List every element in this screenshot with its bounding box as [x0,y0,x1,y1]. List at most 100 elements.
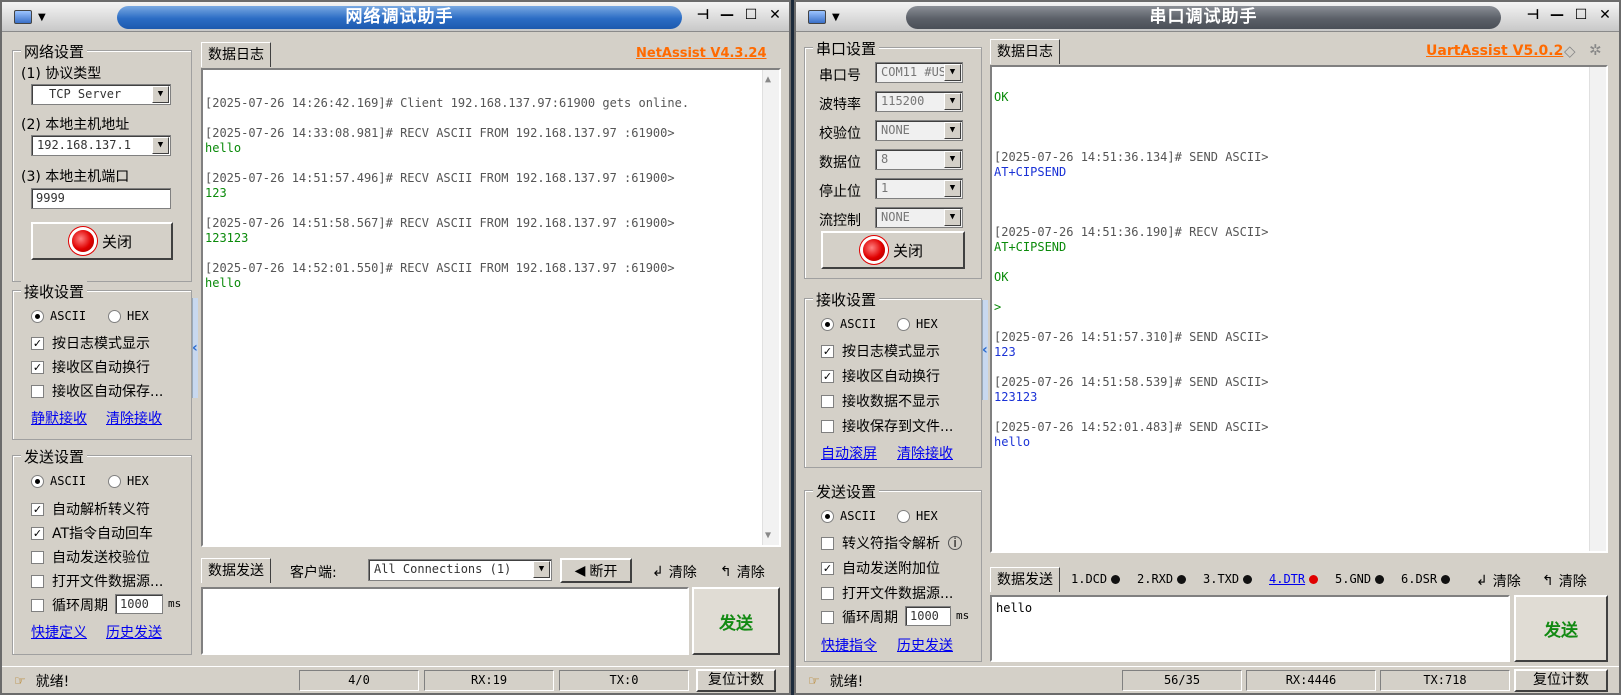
baud-select[interactable]: 115200 ▼ [875,91,963,112]
minimize-button[interactable]: — [1549,7,1565,23]
quick-cmd-link[interactable]: 快捷指令 [821,635,877,655]
uart-send-button[interactable]: 发送 [1514,595,1608,662]
pin-icon[interactable]: ⊣ [695,7,711,23]
client-select[interactable]: All Connections (1) ▼ [368,559,552,581]
log-scrollbar[interactable]: ▲ ▼ [762,70,779,545]
parity-select[interactable]: NONE ▼ [875,120,963,141]
chevron-down-icon[interactable]: ▼ [944,64,961,81]
diamond-icon[interactable]: ◇ [1564,42,1576,60]
clear-send-button[interactable]: ↲ 清除 [1476,571,1521,591]
pin-label: 2.RXD [1137,572,1174,586]
chevron-down-icon[interactable]: ▼ [944,93,961,110]
send-hex-radio[interactable]: HEX [897,509,938,523]
loop-period-checkbox[interactable]: 循环周期 [821,607,898,627]
clear-recv-link[interactable]: 清除接收 [106,408,162,428]
log-mode-checkbox[interactable]: ✓ 按日志模式显示 [31,333,150,353]
save-to-file-checkbox[interactable]: 接收保存到文件... [821,416,953,436]
net-send-input[interactable] [201,587,689,655]
uart-brand-link[interactable]: UartAssist V5.0.2 [1426,43,1563,59]
tab-data-log[interactable]: 数据日志 [990,39,1060,64]
clear-log-button[interactable]: ↰ 清除 [1542,571,1587,591]
history-send-link[interactable]: 历史发送 [106,622,162,642]
tab-data-send[interactable]: 数据发送 [990,567,1060,592]
period-input[interactable]: 1000 [905,606,951,626]
databits-select[interactable]: 8 ▼ [875,149,963,170]
uart-send-input[interactable]: hello [990,595,1510,662]
pin-led-icon [1375,574,1385,584]
history-send-link[interactable]: 历史发送 [897,635,953,655]
chevron-down-icon[interactable]: ▼ [152,86,169,103]
recv-hex-radio[interactable]: HEX [897,317,938,331]
send-ascii-radio[interactable]: ASCII [31,474,86,488]
panel-splitter[interactable]: ‹ [192,298,198,398]
host-select[interactable]: 192.168.137.1 ▼ [31,135,171,156]
send-hex-radio[interactable]: HEX [108,474,149,488]
port-select[interactable]: COM11 #US ▼ [875,62,963,83]
group-title: 接收设置 [21,281,88,302]
auto-checksum-checkbox[interactable]: 自动发送校验位 [31,547,150,567]
auto-wrap-checkbox[interactable]: ✓ 接收区自动换行 [31,357,150,377]
close-connection-button[interactable]: 关闭 [31,222,173,260]
chevron-down-icon[interactable]: ▼ [944,209,961,226]
escape-cmd-checkbox[interactable]: 转义符指令解析 i [821,533,962,553]
auto-wrap-checkbox[interactable]: ✓ 接收区自动换行 [821,366,940,386]
escape-parse-checkbox[interactable]: ✓ 自动解析转义符 [31,499,150,519]
auto-save-checkbox[interactable]: 接收区自动保存... [31,381,163,401]
pin-icon[interactable]: ⊣ [1525,7,1541,23]
clear-recv-link[interactable]: 清除接收 [897,443,953,463]
send-ascii-radio[interactable]: ASCII [821,509,876,523]
panel-splitter[interactable]: ‹ [982,300,988,400]
chevron-down-icon[interactable]: ▼ [533,561,550,578]
clear-send-button[interactable]: ↲ 清除 [652,562,697,582]
pin-indicator: 5.GND [1335,572,1385,586]
stopbits-select[interactable]: 1 ▼ [875,178,963,199]
port-input[interactable]: 9999 [31,188,171,209]
port-label: 串口号 [819,68,861,84]
maximize-button[interactable]: ☐ [1573,7,1589,23]
quick-define-link[interactable]: 快捷定义 [31,622,87,642]
uart-log-view[interactable]: OK [2025-07-26 14:51:36.134]# SEND ASCII>… [990,65,1608,553]
recv-ascii-radio[interactable]: ASCII [31,309,86,323]
at-auto-return-checkbox[interactable]: ✓ AT指令自动回车 [31,523,153,543]
chevron-down-icon[interactable]: ▼ [944,180,961,197]
auto-scroll-link[interactable]: 自动滚屏 [821,443,877,463]
log-scrollbar[interactable] [1589,67,1606,551]
silent-recv-link[interactable]: 静默接收 [31,408,87,428]
clear-log-button[interactable]: ↰ 清除 [720,562,765,582]
file-source-checkbox[interactable]: 打开文件数据源... [821,583,953,603]
net-log-view[interactable]: [2025-07-26 14:26:42.169]# Client 192.16… [201,68,781,547]
uart-system-menu[interactable]: ▼ [802,5,862,29]
close-port-button[interactable]: 关闭 [821,231,965,269]
hide-recv-checkbox[interactable]: 接收数据不显示 [821,391,940,411]
status-rx: RX:19 [424,670,554,691]
log-mode-checkbox[interactable]: ✓ 按日志模式显示 [821,341,940,361]
close-window-button[interactable]: ✕ [1597,7,1613,23]
maximize-button[interactable]: ☐ [743,7,759,23]
reset-count-button[interactable]: 复位计数 [696,669,776,692]
net-system-menu[interactable]: ▼ [8,5,68,29]
disconnect-button[interactable]: ◀ 断开 [560,558,632,583]
tab-data-log[interactable]: 数据日志 [201,42,271,67]
pin-led-icon [1441,574,1451,584]
auto-append-checkbox[interactable]: ✓ 自动发送附加位 [821,558,940,578]
flow-select[interactable]: NONE ▼ [875,207,963,228]
recv-ascii-radio[interactable]: ASCII [821,317,876,331]
info-icon[interactable]: i [948,536,962,550]
settings-icon[interactable]: ✲ [1589,41,1602,59]
pin-indicator[interactable]: 4.DTR [1269,572,1319,586]
net-send-button[interactable]: 发送 [692,587,780,655]
loop-period-checkbox[interactable]: 循环周期 [31,595,108,615]
tab-data-send[interactable]: 数据发送 [201,558,271,583]
period-input[interactable]: 1000 [115,594,163,614]
protocol-select[interactable]: TCP Server ▼ [31,84,171,105]
pin-led-icon [1111,574,1121,584]
minimize-button[interactable]: — [719,7,735,23]
chevron-down-icon[interactable]: ▼ [152,137,169,154]
file-source-checkbox[interactable]: 打开文件数据源... [31,571,163,591]
chevron-down-icon[interactable]: ▼ [944,122,961,139]
reset-count-button[interactable]: 复位计数 [1514,669,1608,692]
chevron-down-icon[interactable]: ▼ [944,151,961,168]
close-window-button[interactable]: ✕ [767,7,783,23]
recv-hex-radio[interactable]: HEX [108,309,149,323]
net-brand-link[interactable]: NetAssist V4.3.24 [636,46,767,61]
